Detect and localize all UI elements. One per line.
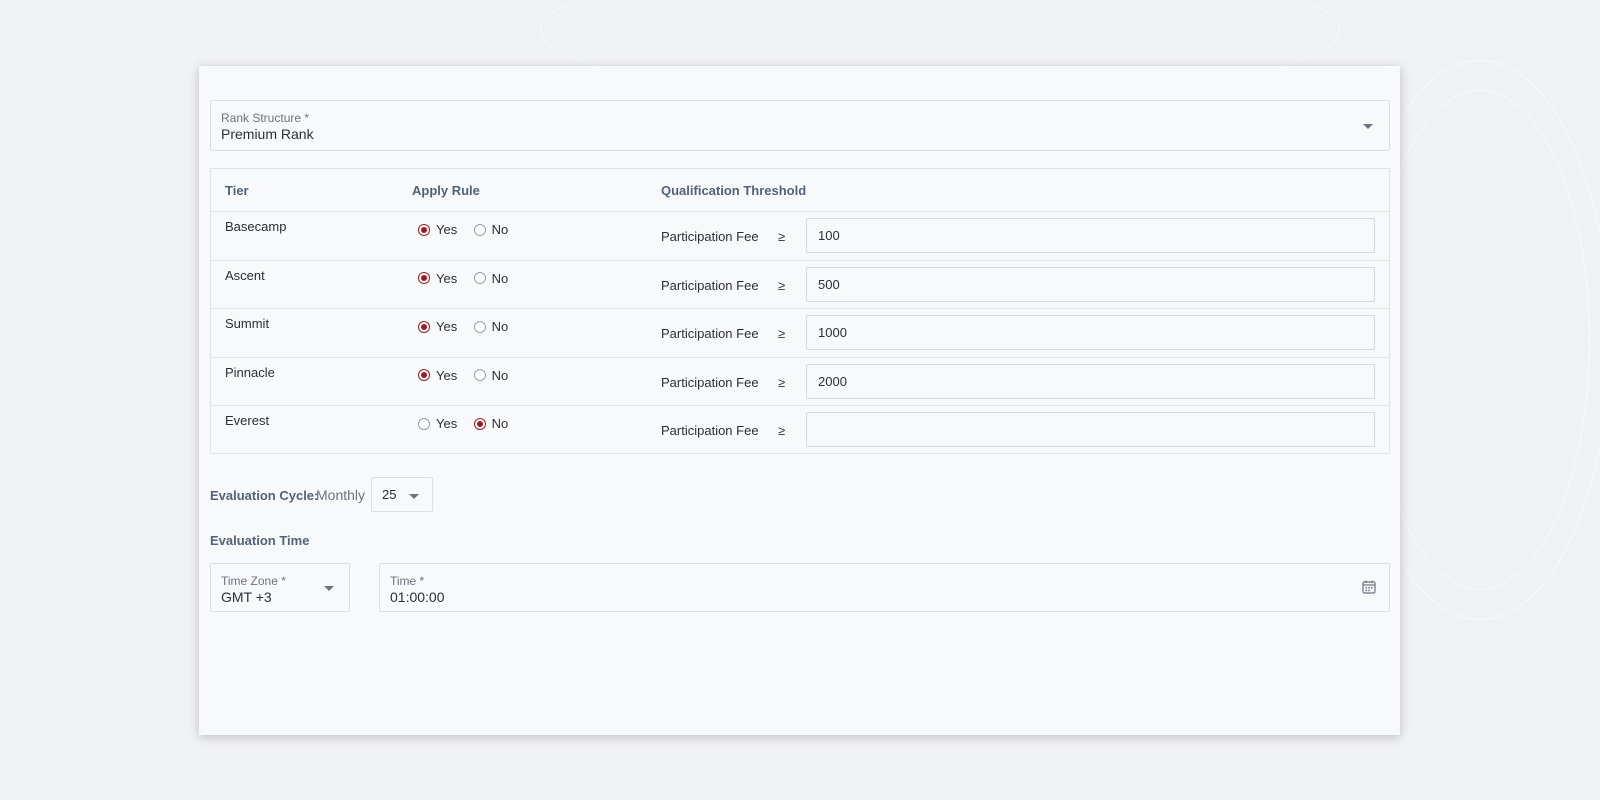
table-row: Summit Yes No Participation Fee ≥ bbox=[211, 308, 1389, 357]
apply-rule-no-radio[interactable]: No bbox=[473, 270, 509, 286]
apply-rule-no-radio[interactable]: No bbox=[473, 222, 509, 237]
operator-symbol: ≥ bbox=[778, 277, 786, 293]
apply-rule-yes-radio[interactable]: Yes bbox=[418, 416, 457, 431]
apply-rule-radio-group: Yes No bbox=[418, 416, 520, 432]
radio-yes-label: Yes bbox=[436, 367, 458, 383]
participation-fee-label: Participation Fee bbox=[661, 326, 759, 342]
rank-structure-label: Rank Structure * bbox=[221, 111, 310, 125]
operator-symbol: ≥ bbox=[778, 423, 786, 439]
participation-fee-label: Participation Fee bbox=[661, 423, 759, 439]
rank-structure-value: Premium Rank bbox=[221, 126, 314, 142]
chevron-down-icon bbox=[409, 494, 419, 499]
radio-yes-label: Yes bbox=[436, 319, 458, 335]
radio-yes-indicator[interactable] bbox=[418, 320, 430, 333]
apply-rule-no-radio[interactable]: No bbox=[473, 319, 509, 335]
apply-rule-yes-radio[interactable]: Yes bbox=[418, 368, 457, 383]
participation-fee-label: Participation Fee bbox=[661, 374, 759, 390]
threshold-input[interactable] bbox=[806, 218, 1375, 253]
tier-name: Everest bbox=[225, 413, 270, 429]
radio-yes-indicator[interactable] bbox=[418, 272, 430, 285]
radio-yes-indicator[interactable] bbox=[418, 223, 430, 236]
radio-no-label: No bbox=[491, 319, 509, 335]
participation-fee-label: Participation Fee bbox=[661, 229, 759, 244]
table-row: Everest Yes No Participation Fee ≥ bbox=[211, 405, 1389, 454]
radio-no-label: No bbox=[491, 222, 509, 237]
radio-yes-indicator[interactable] bbox=[418, 369, 430, 382]
tier-name: Summit bbox=[225, 316, 270, 332]
tier-name: Ascent bbox=[225, 267, 265, 283]
apply-rule-no-radio[interactable]: No bbox=[473, 416, 509, 432]
timezone-label: Time Zone * bbox=[221, 574, 286, 588]
evaluation-day-select[interactable]: 25 bbox=[371, 477, 433, 512]
threshold-input[interactable] bbox=[806, 363, 1375, 399]
radio-no-indicator[interactable] bbox=[473, 223, 486, 236]
column-header-tier: Tier bbox=[225, 183, 249, 198]
tier-name: Basecamp bbox=[225, 219, 287, 234]
chevron-down-icon bbox=[1363, 124, 1373, 129]
timezone-select[interactable]: Time Zone * GMT +3 bbox=[210, 563, 350, 612]
tier-table: Tier Apply Rule Qualification Threshold … bbox=[210, 168, 1390, 454]
radio-no-indicator[interactable] bbox=[473, 369, 486, 382]
rank-structure-select[interactable]: Rank Structure * Premium Rank bbox=[210, 100, 1390, 151]
radio-no-indicator[interactable] bbox=[473, 320, 486, 333]
apply-rule-no-radio[interactable]: No bbox=[473, 367, 509, 383]
apply-rule-radio-group: Yes No bbox=[418, 319, 520, 335]
radio-yes-label: Yes bbox=[436, 222, 458, 237]
evaluation-cycle-period: Monthly bbox=[316, 487, 366, 503]
table-row: Ascent Yes No Participation Fee ≥ bbox=[211, 259, 1389, 309]
threshold-input[interactable] bbox=[806, 412, 1375, 448]
chevron-down-icon bbox=[324, 586, 334, 591]
apply-rule-yes-radio[interactable]: Yes bbox=[418, 222, 457, 237]
radio-yes-label: Yes bbox=[436, 270, 458, 286]
radio-no-indicator[interactable] bbox=[473, 272, 486, 285]
calendar-icon[interactable] bbox=[1362, 580, 1376, 599]
time-field[interactable]: Time * 01:00:00 bbox=[379, 563, 1390, 612]
operator-symbol: ≥ bbox=[778, 374, 786, 390]
settings-panel: Rank Structure * Premium Rank Tier Apply… bbox=[199, 66, 1400, 735]
column-header-apply-rule: Apply Rule bbox=[412, 183, 480, 198]
evaluation-cycle-label: Evaluation Cycle: bbox=[210, 488, 319, 503]
radio-no-indicator[interactable] bbox=[473, 417, 486, 430]
radio-yes-label: Yes bbox=[436, 416, 458, 432]
radio-no-label: No bbox=[491, 416, 509, 432]
radio-no-label: No bbox=[491, 367, 509, 383]
apply-rule-radio-group: Yes No bbox=[418, 368, 520, 384]
apply-rule-radio-group: Yes No bbox=[418, 222, 520, 238]
threshold-input[interactable] bbox=[806, 266, 1375, 302]
timezone-value: GMT +3 bbox=[221, 589, 272, 605]
radio-no-label: No bbox=[491, 270, 509, 286]
radio-yes-indicator[interactable] bbox=[418, 417, 430, 430]
tier-name: Pinnacle bbox=[225, 364, 275, 380]
operator-symbol: ≥ bbox=[778, 326, 786, 342]
time-label: Time * bbox=[390, 574, 425, 588]
table-row: Pinnacle Yes No Participation Fee ≥ bbox=[211, 356, 1389, 406]
column-header-threshold: Qualification Threshold bbox=[661, 183, 807, 198]
operator-symbol: ≥ bbox=[778, 229, 786, 244]
apply-rule-yes-radio[interactable]: Yes bbox=[418, 319, 457, 334]
time-value: 01:00:00 bbox=[390, 589, 445, 605]
apply-rule-yes-radio[interactable]: Yes bbox=[418, 271, 457, 286]
threshold-input[interactable] bbox=[806, 315, 1375, 351]
table-row: Basecamp Yes No Participation Fee ≥ bbox=[211, 211, 1389, 260]
apply-rule-radio-group: Yes No bbox=[418, 271, 520, 287]
evaluation-time-title: Evaluation Time bbox=[210, 533, 310, 548]
participation-fee-label: Participation Fee bbox=[661, 277, 759, 293]
evaluation-day-value: 25 bbox=[382, 487, 397, 502]
